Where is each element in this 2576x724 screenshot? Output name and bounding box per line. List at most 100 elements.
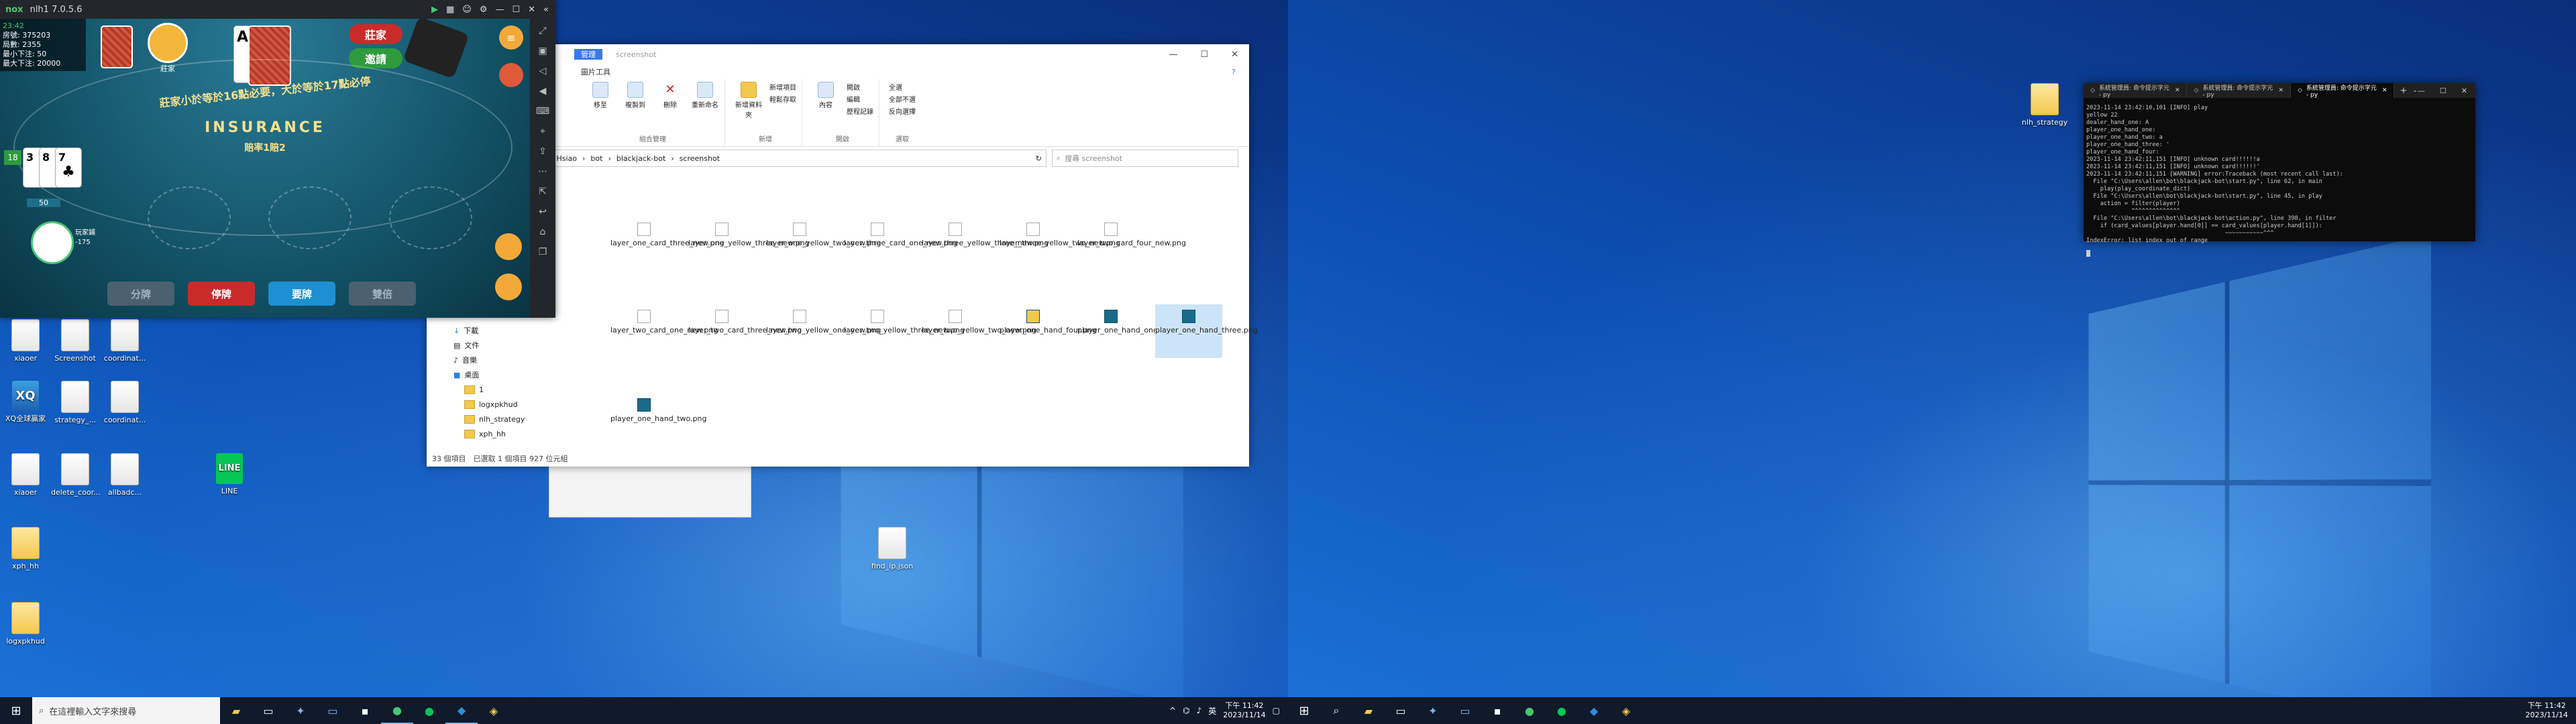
microphone-icon[interactable] xyxy=(495,233,522,260)
copy-to-button[interactable]: 複製到 xyxy=(621,82,649,109)
taskbar-nox[interactable]: ● xyxy=(381,697,413,724)
ime-indicator[interactable]: 英 xyxy=(1208,705,1216,717)
taskbar-vscode[interactable]: ◆ xyxy=(1578,697,1610,724)
desktop-icon-logxpkhud[interactable]: logxpkhud xyxy=(1,602,50,646)
new-item-button[interactable]: 新增項目 xyxy=(769,82,796,92)
search-input[interactable]: ⌕ 搜尋 screenshot xyxy=(1052,149,1238,167)
nav-item-logxpkhud[interactable]: logxpkhud xyxy=(433,397,568,412)
file-item[interactable]: layer_three_yellow_three_new.png xyxy=(922,223,1049,247)
close-icon[interactable]: ✕ xyxy=(528,5,535,15)
terminal-output[interactable]: 2023-11-14 23:42:10,101 [INFO] play yello… xyxy=(2084,98,2475,263)
file-item[interactable]: layer_two_yellow_two_new.png xyxy=(922,310,1036,335)
hit-button[interactable]: 要牌 xyxy=(268,282,335,306)
speaker-icon[interactable]: ♪ xyxy=(1197,706,1202,715)
close-icon[interactable]: ✕ xyxy=(2461,86,2467,95)
taskbar-app[interactable]: ▭ xyxy=(317,697,349,724)
close-icon[interactable]: ✕ xyxy=(2382,87,2387,94)
new-folder-button[interactable]: 新增資料夾 xyxy=(735,82,763,119)
nav-item-xph-hh[interactable]: xph_hh xyxy=(433,426,568,441)
taskbar-vscode[interactable]: ◆ xyxy=(445,697,478,724)
desktop-icon-coordinate[interactable]: coordinat... xyxy=(101,319,149,363)
terminal-tab[interactable]: ◇ 系統管理員: 命令提示字元 - py ✕ xyxy=(2187,83,2291,99)
file-item[interactable]: layer_two_yellow_one_new.png xyxy=(766,310,881,335)
start-button[interactable]: ⊞ xyxy=(0,697,32,724)
play-icon[interactable]: ▶ xyxy=(431,5,438,15)
move-to-button[interactable]: 移至 xyxy=(586,82,614,109)
file-item[interactable]: player_one_hand_two.png xyxy=(610,398,707,423)
file-item[interactable]: player_one_hand_one.png xyxy=(1077,310,1174,335)
taskbar-app[interactable]: ◈ xyxy=(478,697,510,724)
taskbar-app[interactable]: ▭ xyxy=(1385,697,1417,724)
collapse-icon[interactable]: « xyxy=(543,5,549,15)
close-icon[interactable]: ✕ xyxy=(2278,87,2284,94)
desktop-icon-allbadc[interactable]: allbadc... xyxy=(101,453,149,497)
nav-item-music[interactable]: ♪ 音樂 xyxy=(433,353,568,367)
share-icon[interactable]: ⇱ xyxy=(539,186,547,197)
chat-icon[interactable] xyxy=(495,274,522,300)
terminal-tab-active[interactable]: ◇ 系統管理員: 命令提示字元 - py ✕ xyxy=(2290,83,2395,99)
volume-icon[interactable]: ◁ xyxy=(539,66,547,76)
desktop-icon-strategy[interactable]: strategy_... xyxy=(51,381,99,424)
taskbar-file-explorer[interactable]: ▰ xyxy=(220,697,252,724)
taskbar-line[interactable]: ● xyxy=(413,697,445,724)
maximize-icon[interactable]: ☐ xyxy=(2440,86,2447,95)
maximize-icon[interactable]: ☐ xyxy=(512,5,520,15)
help-icon[interactable]: ? xyxy=(1232,68,1236,76)
quit-button[interactable]: 莊家 xyxy=(349,24,402,44)
tab-manage[interactable]: 管理 xyxy=(574,49,602,60)
select-none-button[interactable]: 全部不選 xyxy=(889,94,916,104)
desktop-icon-screenshot[interactable]: Screenshot xyxy=(51,319,99,363)
nav-item-nlh-strategy[interactable]: nlh_strategy xyxy=(433,412,568,426)
close-icon[interactable]: ✕ xyxy=(2175,87,2180,94)
desktop-icon-xq[interactable]: XQ XQ全球贏家 xyxy=(1,381,50,423)
split-button[interactable]: 分牌 xyxy=(107,282,174,306)
taskbar-app[interactable]: ▪ xyxy=(1481,697,1513,724)
taskbar-line[interactable]: ● xyxy=(1546,697,1578,724)
file-item[interactable]: layer_one_yellow_two_new.png xyxy=(766,223,881,247)
taskbar-app[interactable]: ✦ xyxy=(284,697,317,724)
easy-access-button[interactable]: 輕鬆存取 xyxy=(769,94,796,104)
taskbar-clock[interactable]: 下午 11:42 2023/11/14 xyxy=(1223,701,1265,720)
desktop-icon-xph-hh[interactable]: xph_hh xyxy=(1,527,50,570)
taskbar-clock[interactable]: 下午 11:42 2023/11/14 xyxy=(2526,701,2568,720)
nav-item-folder-1[interactable]: 1 xyxy=(433,382,568,397)
edit-button[interactable]: 編輯 xyxy=(847,94,873,104)
minimize-icon[interactable]: — xyxy=(495,5,504,15)
maximize-icon[interactable]: ☐ xyxy=(1200,50,1208,60)
upload-icon[interactable]: ⇪ xyxy=(539,146,547,157)
file-item-selected[interactable]: player_one_hand_three.png xyxy=(1155,304,1258,358)
more-icon[interactable]: ⋯ xyxy=(538,166,547,177)
file-item[interactable]: layer_two_card_three_new.png xyxy=(688,310,802,335)
taskbar-app[interactable]: ▭ xyxy=(252,697,284,724)
terminal-tab[interactable]: ◇ 系統管理員: 命令提示字元 - py ✕ xyxy=(2084,83,2188,99)
file-item[interactable]: layer_two_card_one_new.png xyxy=(610,310,718,335)
desktop-icon-coordinate2[interactable]: coordinat... xyxy=(101,381,149,424)
history-button[interactable]: 歷程記錄 xyxy=(847,106,873,116)
new-tab-icon[interactable]: + xyxy=(2394,86,2412,96)
file-item[interactable]: layer_one_card_three_new.png xyxy=(610,223,724,247)
desktop-icon-line[interactable]: LINE LINE xyxy=(205,453,254,495)
minimize-icon[interactable]: — xyxy=(1169,50,1177,60)
fullscreen-icon[interactable]: ⤢ xyxy=(539,25,546,36)
nav-item-downloads[interactable]: ↓ 下載 xyxy=(433,323,568,338)
tab-picture-tools[interactable]: 圖片工具 xyxy=(581,66,610,77)
file-item[interactable]: layer_three_yellow_two_new.png xyxy=(1000,223,1120,247)
person-icon[interactable]: ☺ xyxy=(462,5,472,15)
taskbar-app[interactable]: ▭ xyxy=(1449,697,1481,724)
chevron-up-icon[interactable]: ^ xyxy=(1169,706,1176,715)
back-icon[interactable]: ↩ xyxy=(539,206,547,217)
address-bar[interactable]: n Hsiao › bot › blackjack-bot › screenshot … xyxy=(545,149,1046,167)
recent-apps-icon[interactable]: ❐ xyxy=(539,247,547,257)
taskbar-search[interactable]: ⌕ 在這裡輸入文字來搜尋 xyxy=(32,697,220,724)
taskbar-search-button[interactable]: ⌕ xyxy=(1320,697,1352,724)
taskbar-file-explorer[interactable]: ▰ xyxy=(1352,697,1385,724)
notification-icon[interactable]: ▢ xyxy=(1273,706,1280,715)
taskbar-nox[interactable]: ● xyxy=(1513,697,1546,724)
properties-button[interactable]: 內容 xyxy=(812,82,840,116)
refresh-icon[interactable]: ↻ xyxy=(1036,154,1046,163)
gear-icon[interactable]: ⚙ xyxy=(480,5,488,15)
home-icon[interactable]: ⌂ xyxy=(540,227,546,237)
start-button[interactable]: ⊞ xyxy=(1288,697,1320,724)
taskbar-app[interactable]: ✦ xyxy=(1417,697,1449,724)
stand-button[interactable]: 停牌 xyxy=(188,282,255,306)
